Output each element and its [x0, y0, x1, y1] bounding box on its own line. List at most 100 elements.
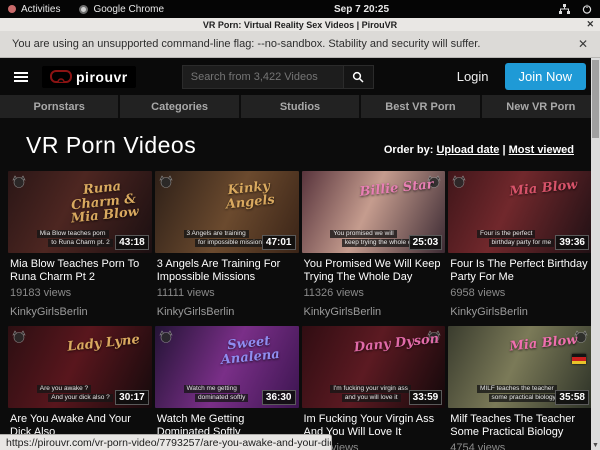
- video-views: 11326 views: [304, 287, 444, 299]
- nav-item-pornstars[interactable]: Pornstars: [0, 95, 118, 118]
- nav-item-new-vr-porn[interactable]: New VR Porn: [482, 95, 600, 118]
- video-card[interactable]: Lady Lyne Are you awake ? And your dick …: [8, 326, 152, 450]
- video-card[interactable]: Runa Charm & Mia Blow Mia Blow teaches p…: [8, 171, 152, 318]
- nav-item-studios[interactable]: Studios: [241, 95, 359, 118]
- video-thumbnail[interactable]: Kinky Angels 3 Angels are training for i…: [155, 171, 299, 253]
- nav-item-best-vr-porn[interactable]: Best VR Porn: [361, 95, 479, 118]
- thumbnail-caption-line1: You promised we will: [330, 230, 396, 238]
- video-title-link[interactable]: Milf Teaches The Teacher Some Practical …: [450, 413, 590, 439]
- power-icon[interactable]: [582, 4, 592, 14]
- warning-close-icon[interactable]: ✕: [578, 37, 588, 51]
- site-header: pirouvr Login Join Now: [0, 58, 600, 95]
- video-card[interactable]: Kinky Angels 3 Angels are training for i…: [155, 171, 299, 318]
- login-link[interactable]: Login: [457, 69, 489, 84]
- video-thumbnail[interactable]: Mia Blow MILF teaches the teacher some p…: [448, 326, 592, 408]
- thumbnail-caption-line1: I'm fucking your virgin ass: [330, 385, 411, 393]
- vr-headset-icon: [50, 70, 72, 83]
- page-title: VR Porn Videos: [26, 132, 196, 159]
- order-separator: |: [499, 144, 508, 156]
- video-title-link[interactable]: Mia Blow Teaches Porn To Runa Charm Pt 2: [10, 258, 150, 284]
- order-by-label: Order by:: [384, 144, 434, 156]
- thumbnail-overlay-name: Dany Dyson: [352, 333, 442, 356]
- video-thumbnail[interactable]: Billie Star You promised we will keep tr…: [302, 171, 446, 253]
- video-card[interactable]: Dany Dyson I'm fucking your virgin ass a…: [302, 326, 446, 450]
- thumbnail-overlay-name: Billie Star: [352, 178, 442, 201]
- thumbnail-caption-line1: 3 Angels are training: [184, 230, 249, 238]
- join-now-button[interactable]: Join Now: [505, 63, 586, 90]
- video-title-link[interactable]: 3 Angels Are Training For Impossible Mis…: [157, 258, 297, 284]
- video-duration-badge: 33:59: [409, 390, 443, 405]
- thumbnail-overlay-name: Mia Blow: [498, 178, 588, 201]
- page-scrollbar[interactable]: ▼: [591, 58, 600, 450]
- video-thumbnail[interactable]: Mia Blow Four is the perfect birthday pa…: [448, 171, 592, 253]
- scroll-down-arrow-icon[interactable]: ▼: [591, 441, 600, 450]
- thumbnail-caption-line2: for impossible missions: [195, 239, 268, 247]
- video-studio-link[interactable]: KinkyGirlsBerlin: [450, 306, 590, 318]
- thumbnail-caption-line2: some practical biology: [489, 394, 559, 402]
- tab-title: VR Porn: Virtual Reality Sex Videos | Pi…: [203, 20, 397, 30]
- video-duration-badge: 43:18: [115, 235, 149, 250]
- activities-label: Activities: [21, 4, 60, 15]
- video-views: 4754 views: [450, 442, 590, 450]
- video-thumbnail[interactable]: Runa Charm & Mia Blow Mia Blow teaches p…: [8, 171, 152, 253]
- order-link-upload-date[interactable]: Upload date: [436, 144, 499, 156]
- video-studio-link[interactable]: KinkyGirlsBerlin: [304, 306, 444, 318]
- video-card[interactable]: Sweet Analena Watch me getting dominated…: [155, 326, 299, 450]
- sandbox-warning-bar: You are using an unsupported command-lin…: [0, 31, 600, 58]
- browser-tab-bar: VR Porn: Virtual Reality Sex Videos | Pi…: [0, 18, 600, 31]
- video-card[interactable]: Mia Blow MILF teaches the teacher some p…: [448, 326, 592, 450]
- video-views: 19183 views: [10, 287, 150, 299]
- thumbnail-caption-line1: Are you awake ?: [37, 385, 91, 393]
- app-menu-label: Google Chrome: [93, 4, 164, 15]
- video-duration-badge: 36:30: [262, 390, 296, 405]
- activities-indicator-icon: [8, 5, 16, 13]
- status-url-tooltip: https://pirouvr.com/vr-porn-video/779325…: [0, 434, 332, 450]
- chrome-icon: [79, 5, 88, 14]
- thumbnail-overlay-name: Kinky Angels: [204, 178, 295, 214]
- video-duration-badge: 47:01: [262, 235, 296, 250]
- search-input[interactable]: [182, 65, 344, 89]
- video-duration-badge: 35:58: [555, 390, 589, 405]
- video-views: 6958 views: [450, 287, 590, 299]
- video-card[interactable]: Billie Star You promised we will keep tr…: [302, 171, 446, 318]
- nav-item-categories[interactable]: Categories: [120, 95, 238, 118]
- order-link-most-viewed[interactable]: Most viewed: [509, 144, 574, 156]
- thumbnail-caption-line2: to Runa Charm pt. 2: [48, 239, 113, 247]
- thumbnail-overlay-name: Mia Blow: [498, 333, 588, 356]
- video-studio-link[interactable]: KinkyGirlsBerlin: [157, 306, 297, 318]
- thumbnail-overlay-name: Runa Charm & Mia Blow: [57, 178, 150, 228]
- video-thumbnail[interactable]: Lady Lyne Are you awake ? And your dick …: [8, 326, 152, 408]
- video-duration-badge: 39:36: [555, 235, 589, 250]
- studio-watermark-icon: [12, 330, 26, 348]
- video-grid: Runa Charm & Mia Blow Mia Blow teaches p…: [0, 165, 600, 450]
- video-thumbnail[interactable]: Dany Dyson I'm fucking your virgin ass a…: [302, 326, 446, 408]
- scrollbar-thumb[interactable]: [592, 60, 599, 138]
- search-button[interactable]: [344, 65, 374, 89]
- thumbnail-caption-line1: Mia Blow teaches porn: [37, 230, 109, 238]
- studio-watermark-icon: [159, 175, 173, 193]
- page-heading-row: VR Porn Videos Order by: Upload date | M…: [0, 118, 600, 165]
- thumbnail-caption-line2: birthday party for me: [489, 239, 555, 247]
- video-duration-badge: 30:17: [115, 390, 149, 405]
- app-menu-google-chrome[interactable]: Google Chrome: [79, 4, 164, 15]
- video-thumbnail[interactable]: Sweet Analena Watch me getting dominated…: [155, 326, 299, 408]
- thumbnail-caption-line1: Four is the perfect: [477, 230, 535, 238]
- thumbnail-overlay-name: Lady Lyne: [58, 333, 148, 356]
- video-card[interactable]: Mia Blow Four is the perfect birthday pa…: [448, 171, 592, 318]
- thumbnail-overlay-name: Sweet Analena: [204, 333, 295, 369]
- search-icon: [352, 71, 364, 83]
- menu-icon[interactable]: [14, 72, 28, 82]
- thumbnail-caption-line2: And your dick also ?: [48, 394, 113, 402]
- video-title-link[interactable]: You Promised We Will Keep Trying The Who…: [304, 258, 444, 284]
- clock[interactable]: Sep 7 20:25: [169, 4, 554, 15]
- network-icon[interactable]: [559, 4, 570, 14]
- activities-button[interactable]: Activities: [8, 4, 60, 15]
- german-flag-icon: [572, 354, 586, 364]
- thumbnail-caption-line2: and you will love it: [342, 394, 401, 402]
- tab-close-icon[interactable]: ✕: [586, 18, 594, 31]
- studio-watermark-icon: [452, 175, 466, 193]
- video-title-link[interactable]: Four Is The Perfect Birthday Party For M…: [450, 258, 590, 284]
- order-by-controls: Order by: Upload date | Most viewed: [384, 144, 574, 156]
- site-logo[interactable]: pirouvr: [42, 66, 136, 88]
- video-studio-link[interactable]: KinkyGirlsBerlin: [10, 306, 150, 318]
